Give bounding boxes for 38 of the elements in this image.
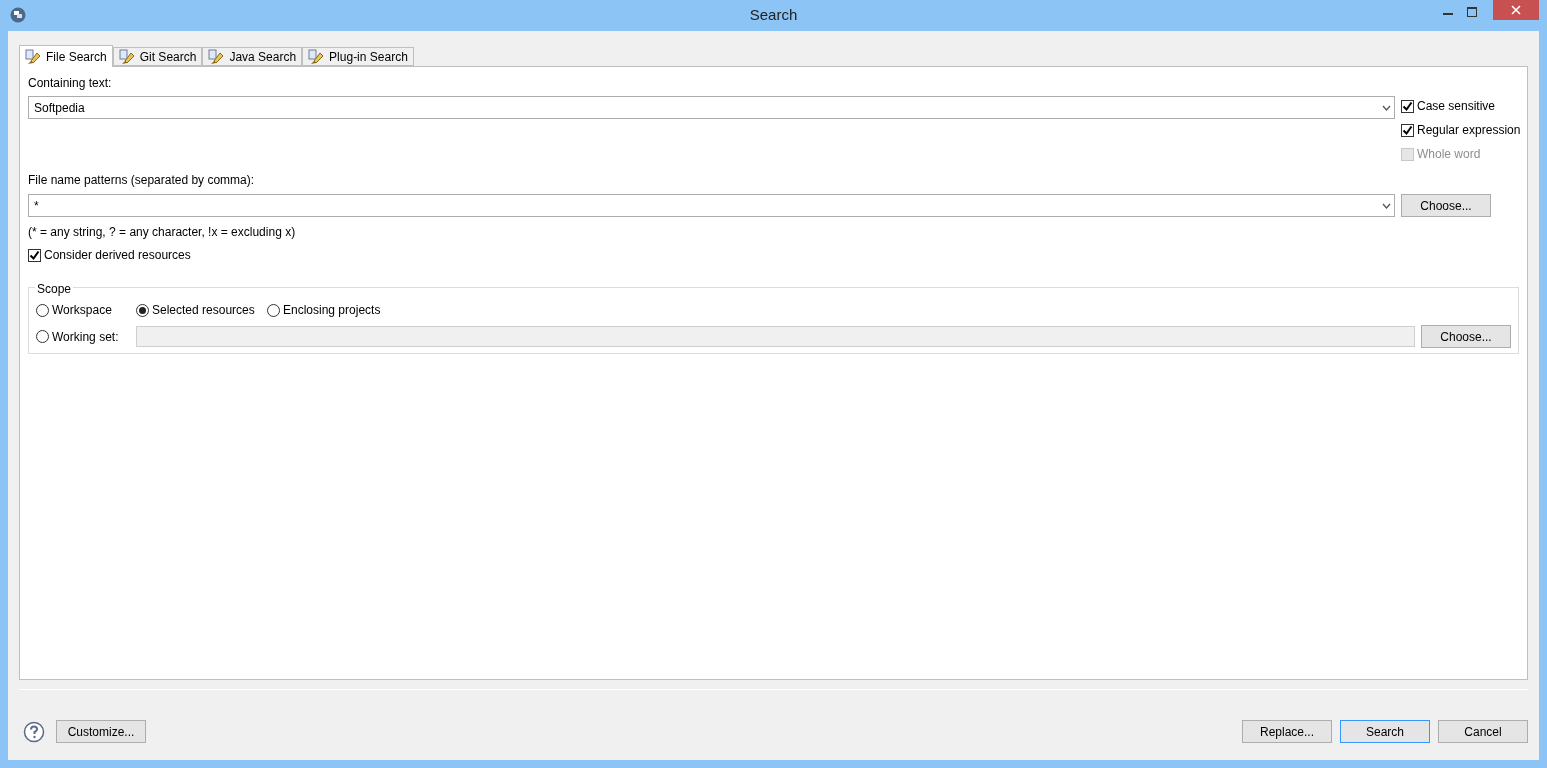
dialog-button[interactable]: Choose... bbox=[1401, 194, 1491, 217]
checkbox-label: Consider derived resources bbox=[44, 247, 191, 264]
radio-label: Selected resources bbox=[152, 302, 255, 319]
dialog-button[interactable]: Choose... bbox=[1421, 325, 1511, 348]
tab[interactable]: Java Search bbox=[202, 47, 303, 66]
radio-button[interactable] bbox=[267, 303, 280, 317]
radio-button[interactable] bbox=[136, 303, 149, 317]
radio-button[interactable] bbox=[36, 330, 49, 343]
radio-label: Enclosing projects bbox=[283, 302, 381, 319]
radio-button[interactable] bbox=[36, 303, 49, 317]
working-set-field[interactable] bbox=[136, 326, 1415, 347]
maximize-icon[interactable] bbox=[1467, 7, 1477, 17]
checkbox[interactable] bbox=[1401, 123, 1414, 137]
file-pattern-field[interactable]: * bbox=[28, 194, 1395, 217]
checkbox-label: Regular expression bbox=[1417, 122, 1521, 139]
close-button[interactable] bbox=[1493, 0, 1539, 20]
app-icon bbox=[10, 7, 26, 23]
containing-text-field[interactable]: Softpedia bbox=[28, 96, 1395, 119]
tab[interactable]: Git Search bbox=[112, 47, 203, 66]
hint-text: (* = any string, ? = any character, !x = excluding x) bbox=[28, 224, 297, 241]
window-title: Search bbox=[749, 5, 798, 26]
dialog-button[interactable]: Customize... bbox=[56, 720, 146, 743]
dialog-button[interactable]: Search bbox=[1340, 720, 1430, 743]
minimize-icon[interactable] bbox=[1443, 12, 1453, 16]
checkbox[interactable] bbox=[28, 248, 41, 262]
checkbox-label: Whole word bbox=[1417, 146, 1481, 163]
close-icon bbox=[1511, 5, 1521, 15]
field-label: File name patterns (separated by comma): bbox=[28, 172, 256, 189]
checkbox-label: Case sensitive bbox=[1417, 98, 1496, 115]
radio-label: Workspace bbox=[52, 302, 112, 319]
checkbox[interactable] bbox=[1401, 99, 1414, 113]
help-icon[interactable] bbox=[23, 720, 45, 743]
dialog-button[interactable]: Replace... bbox=[1242, 720, 1332, 743]
dialog-button[interactable]: Cancel bbox=[1438, 720, 1528, 743]
radio-label: Working set: bbox=[52, 328, 119, 346]
field-label: Containing text: bbox=[28, 75, 113, 92]
tab[interactable]: File Search bbox=[19, 45, 113, 67]
tab[interactable]: Plug-in Search bbox=[302, 47, 414, 66]
